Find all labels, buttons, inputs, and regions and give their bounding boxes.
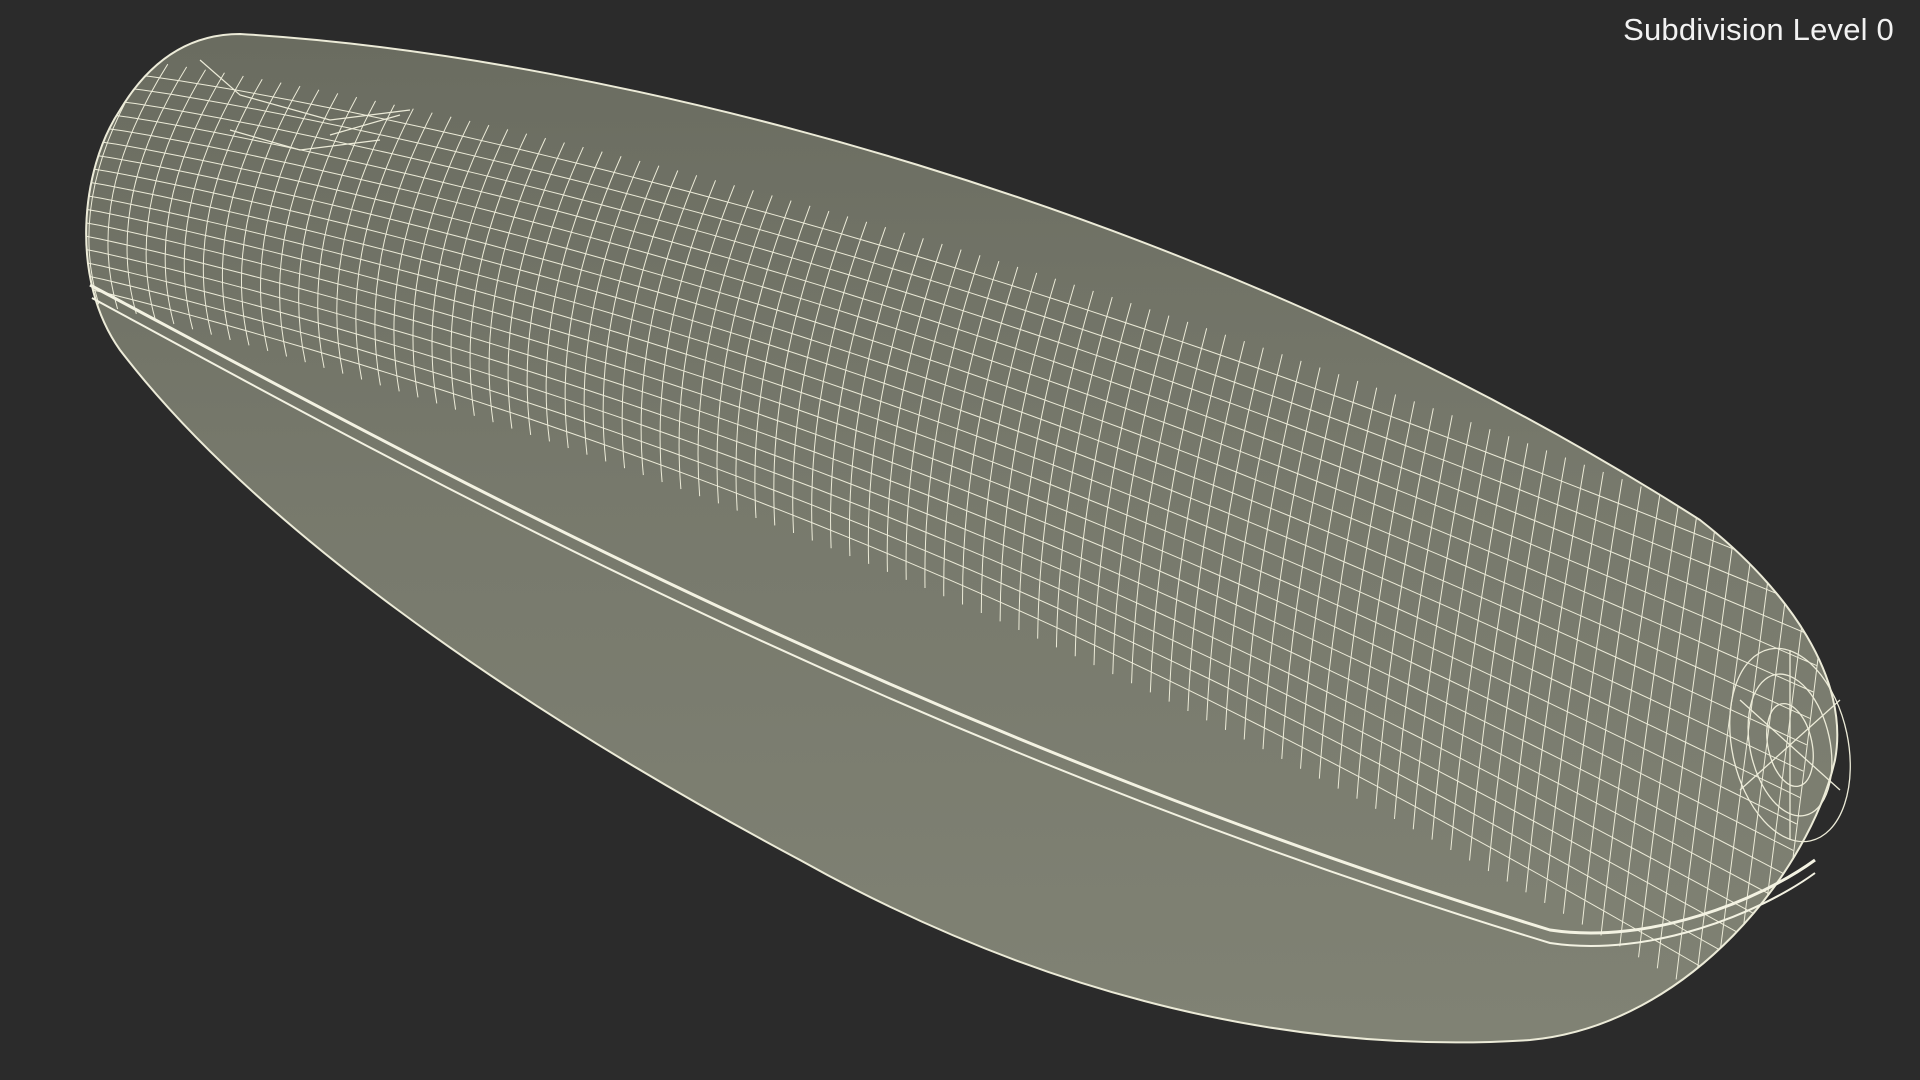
subdivision-level-label: Subdivision Level 0 [1623,12,1894,47]
hull-body [85,32,1839,1044]
3d-viewport[interactable]: Subdivision Level 0 [0,0,1920,1080]
airship-wireframe-model[interactable] [0,0,1920,1080]
